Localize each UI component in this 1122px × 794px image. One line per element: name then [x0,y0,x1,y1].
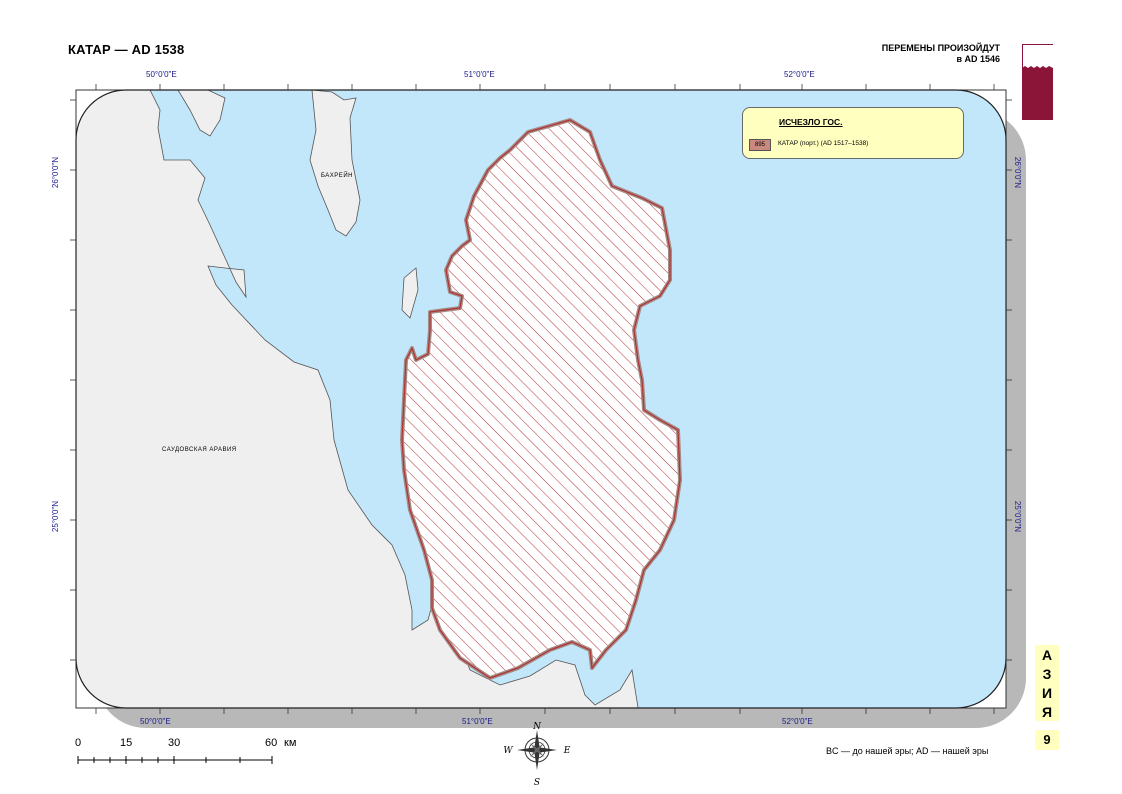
scale-tick-60: 60 [265,737,278,749]
grid-label-top-51e: 51°0'0"E [464,70,495,79]
compass-s: S [534,778,540,788]
grid-label-left-26n: 26°0'0"N [51,156,61,189]
place-label-saudi-arabia: САУДОВСКАЯ АРАВИЯ [162,447,237,453]
region-letter: А [1041,646,1053,663]
scale-tick-30: 30 [168,737,181,749]
region-letter: З [1042,665,1052,682]
legend-box: ИСЧЕЗЛО ГОС. 895 КАТАР (порт.) (AD 1517–… [742,107,964,159]
legend-title: ИСЧЕЗЛО ГОС. [779,117,843,127]
grid-label-top-52e: 52°0'0"E [784,70,815,79]
grid-label-bottom-51e: 51°0'0"E [462,717,493,726]
region-letter: И [1041,684,1053,701]
region-tab: А З И Я [1035,645,1059,721]
place-label-bahrain: БАХРЕЙН [321,173,353,179]
era-note: BC — до нашей эры; AD — нашей эры [826,746,989,756]
legend-swatch: 895 [749,139,771,151]
scale-unit: км [284,737,297,749]
grid-label-left-25n: 25°0'0"N [51,500,61,533]
grid-label-right-25n: 25°0'0"N [1013,500,1023,533]
grid-label-right-26n: 26°0'0"N [1013,156,1023,189]
compass-n: N [532,722,542,732]
scale-tick-15: 15 [120,737,133,749]
grid-label-bottom-52e: 52°0'0"E [782,717,813,726]
legend-label: КАТАР (порт.) (AD 1517–1538) [778,140,869,147]
compass-e: E [563,746,571,756]
compass-w: W [503,746,513,756]
grid-label-bottom-50e: 50°0'0"E [140,717,171,726]
region-letter: Я [1041,703,1053,720]
compass-rose-icon: N S E W [503,722,571,788]
scale-tick-0: 0 [75,737,82,749]
scale-bar [77,756,273,764]
page-number: 9 [1035,730,1059,750]
grid-label-top-50e: 50°0'0"E [146,70,177,79]
